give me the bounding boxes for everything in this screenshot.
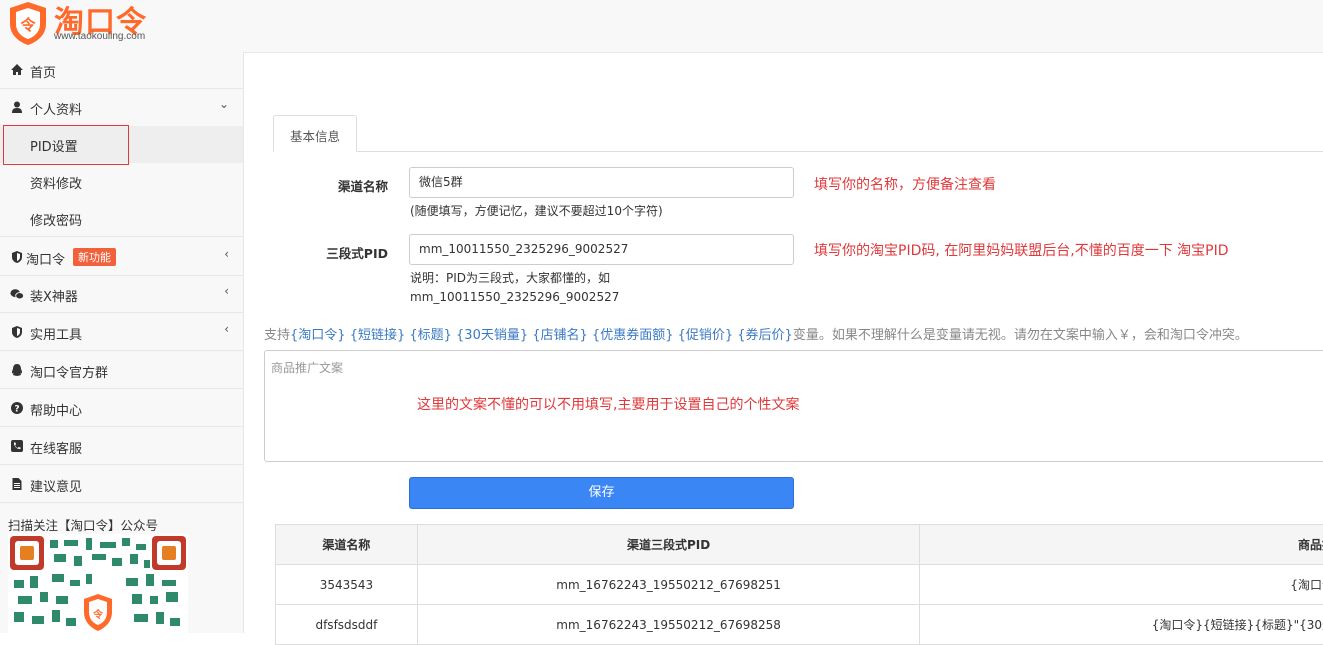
pid-label: 三段式PID	[268, 243, 388, 262]
svg-text:令: 令	[20, 16, 36, 34]
table-cell: mm_16762243_19550212_67698258	[417, 605, 920, 645]
sidebar-item-label: 装X神器	[30, 286, 78, 305]
table-cell: {淘口令	[920, 565, 1323, 605]
sidebar-item-label: 淘口令	[26, 249, 65, 268]
qr-code: 令	[8, 534, 188, 634]
sidebar-item-home[interactable]: 首页	[0, 52, 243, 89]
sidebar-item-label: 实用工具	[30, 324, 82, 343]
sidebar-item-label: 修改密码	[30, 210, 82, 229]
shield-icon	[10, 325, 24, 339]
table-cell: mm_16762243_19550212_67698251	[417, 565, 920, 605]
channel-name-label: 渠道名称	[268, 176, 388, 195]
pid-hint-line2: mm_10011550_2325296_9002527	[410, 290, 619, 304]
pid-hint-line1: 说明：PID为三段式，大家都懂的，如	[410, 269, 610, 286]
sidebar-item-official-group[interactable]: 淘口令官方群	[0, 352, 243, 389]
support-variables: {淘口令} {短链接} {标题} {30天销量} {店铺名} {优惠券面额} {…	[290, 328, 793, 343]
sidebar-item-label: 首页	[30, 62, 56, 81]
sidebar-item-change-password[interactable]: 修改密码	[0, 200, 243, 237]
table-cell: {淘口令}{短链接}{标题}"{30天	[920, 605, 1323, 645]
sidebar-item-feedback[interactable]: 建议意见	[0, 466, 243, 503]
chevron-left-icon: ‹	[224, 247, 229, 261]
textarea-placeholder: 商品推广文案	[271, 359, 343, 376]
question-icon: ?	[10, 401, 24, 415]
user-icon	[10, 100, 24, 114]
table-row[interactable]: 3543543 mm_16762243_19550212_67698251 {淘…	[276, 565, 1323, 605]
save-button[interactable]: 保存	[409, 477, 794, 509]
textarea-note: 这里的文案不懂的可以不用填写,主要用于设置自己的个性文案	[417, 394, 799, 414]
sidebar-item-label: 在线客服	[30, 438, 82, 457]
channel-name-hint: (随便填写，方便记忆，建议不要超过10个字符)	[410, 202, 663, 219]
sidebar-item-label: 建议意见	[30, 476, 82, 495]
pid-settings-highlight	[3, 125, 129, 165]
sidebar-item-label: 帮助中心	[30, 400, 82, 419]
sidebar-item-edit-profile[interactable]: 资料修改	[0, 163, 243, 200]
shield-icon	[10, 250, 24, 264]
channel-name-note: 填写你的名称，方便备注查看	[814, 174, 996, 194]
table-header-row: 渠道名称 渠道三段式PID 商品推	[276, 525, 1323, 565]
table-header-cell: 渠道名称	[276, 525, 418, 565]
table-cell: dfsfsdsddf	[276, 605, 418, 645]
qr-title: 扫描关注【淘口令】公众号	[8, 515, 158, 534]
pid-input[interactable]: mm_10011550_2325296_9002527	[409, 234, 794, 265]
wechat-icon	[10, 287, 24, 301]
support-suffix: 变量。如果不理解什么是变量请无视。请勿在文案中输入￥，会和淘口令冲突。	[793, 328, 1248, 343]
tab-basic-info[interactable]: 基本信息	[273, 115, 357, 152]
top-header: 令 淘口令 www.taokouling.com	[0, 0, 1323, 53]
svg-text:令: 令	[92, 608, 104, 621]
home-icon	[10, 63, 24, 77]
channel-table: 渠道名称 渠道三段式PID 商品推 3543543 mm_16762243_19…	[275, 524, 1323, 645]
sidebar-item-label: 资料修改	[30, 173, 82, 192]
logo-shield-icon: 令	[6, 0, 50, 46]
sidebar-item-help[interactable]: ? 帮助中心	[0, 390, 243, 427]
phone-icon	[10, 439, 24, 453]
tab-divider	[273, 151, 1323, 152]
variables-support-text: 支持{淘口令} {短链接} {标题} {30天销量} {店铺名} {优惠券面额}…	[264, 324, 1248, 343]
table-row[interactable]: dfsfsdsddf mm_16762243_19550212_67698258…	[276, 605, 1323, 645]
pid-note: 填写你的淘宝PID码, 在阿里妈妈联盟后台,不懂的百度一下 淘宝PID	[814, 240, 1229, 260]
tab-label: 基本信息	[290, 126, 340, 145]
sidebar-item-profile[interactable]: 个人资料 ⌄	[0, 89, 243, 126]
sidebar-item-taokouling[interactable]: 淘口令 新功能 ‹	[0, 239, 243, 276]
new-feature-badge: 新功能	[73, 248, 116, 266]
support-prefix: 支持	[264, 328, 290, 343]
qr-code-image: 令	[8, 534, 188, 634]
table-cell: 3543543	[276, 565, 418, 605]
chevron-down-icon: ⌄	[219, 97, 229, 111]
qq-icon	[10, 363, 24, 377]
file-icon	[10, 477, 24, 491]
chevron-left-icon: ‹	[224, 322, 229, 336]
channel-name-input[interactable]: 微信5群	[409, 167, 794, 198]
chevron-left-icon: ‹	[224, 284, 229, 298]
sidebar-item-label: 个人资料	[30, 99, 82, 118]
table-header-cell: 商品推	[920, 525, 1323, 565]
sidebar-item-tools[interactable]: 实用工具 ‹	[0, 314, 243, 351]
logo[interactable]: 令 淘口令 www.taokouling.com	[6, 0, 176, 48]
table-header-cell: 渠道三段式PID	[417, 525, 920, 565]
sidebar-item-label: 淘口令官方群	[30, 362, 108, 381]
logo-subtitle: www.taokouling.com	[54, 31, 145, 42]
sidebar-item-support[interactable]: 在线客服	[0, 428, 243, 465]
sidebar-item-zhuangx[interactable]: 装X神器 ‹	[0, 276, 243, 313]
svg-text:?: ?	[14, 405, 19, 415]
sidebar: 首页 个人资料 ⌄ PID设置 资料修改 修改密码 淘口令 新功能 ‹ 装X神器…	[0, 52, 244, 633]
